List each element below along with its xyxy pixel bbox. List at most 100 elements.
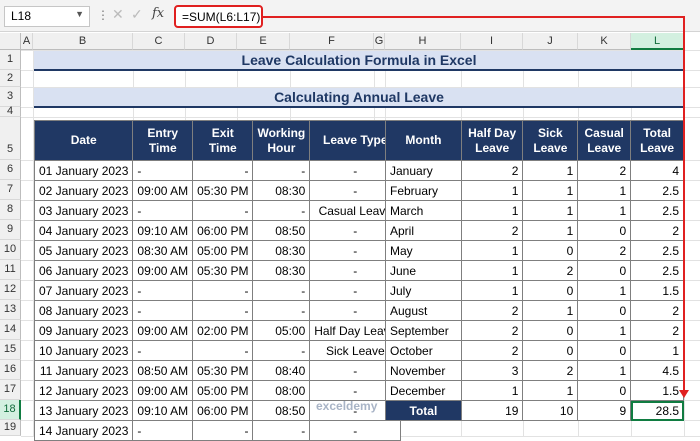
table-cell[interactable]: 08:30	[252, 240, 311, 261]
table-cell[interactable]: -	[132, 300, 194, 321]
row-header-16[interactable]: 16	[0, 360, 21, 380]
chevron-down-icon[interactable]: ▼	[75, 9, 84, 19]
table-cell[interactable]: 10 January 2023	[33, 340, 134, 361]
table-cell[interactable]: 2	[630, 220, 684, 241]
selected-cell-l18[interactable]: 28.5	[630, 400, 684, 421]
table-cell[interactable]: -	[192, 300, 254, 321]
table-cell[interactable]: 1	[460, 380, 524, 401]
table-cell[interactable]: 08:00	[252, 380, 311, 401]
table-cell[interactable]: 05:30 PM	[192, 360, 254, 381]
table-cell[interactable]: 06:00 PM	[192, 220, 254, 241]
table-cell[interactable]: -	[252, 280, 311, 301]
row-header-7[interactable]: 7	[0, 180, 21, 200]
table-cell[interactable]: -	[192, 340, 254, 361]
table-cell[interactable]: 08:50	[252, 400, 311, 421]
table-cell[interactable]: 08 January 2023	[33, 300, 134, 321]
table-cell[interactable]: 2	[460, 300, 524, 321]
column-header-f[interactable]: F	[290, 33, 374, 50]
table-cell[interactable]: 02 January 2023	[33, 180, 134, 201]
table-cell[interactable]: 0	[522, 320, 579, 341]
table-cell[interactable]: 09:00 AM	[132, 380, 194, 401]
table-cell[interactable]: March	[385, 200, 462, 221]
table-cell[interactable]: 06 January 2023	[33, 260, 134, 281]
table-cell[interactable]: -	[132, 280, 194, 301]
formula-input[interactable]: =SUM(L6:L17)	[174, 5, 263, 28]
enter-icon[interactable]: ✓	[131, 6, 143, 23]
column-header-i[interactable]: I	[461, 33, 523, 50]
table-cell[interactable]: 2	[522, 360, 579, 381]
table-cell[interactable]: 05:00	[252, 320, 311, 341]
table-cell[interactable]: 0	[522, 240, 579, 261]
table-cell[interactable]: 1	[460, 200, 524, 221]
row-header-3[interactable]: 3	[0, 87, 21, 107]
table-cell[interactable]: 9	[577, 400, 632, 421]
column-header-c[interactable]: C	[133, 33, 185, 50]
table-cell[interactable]: 03 January 2023	[33, 200, 134, 221]
table-cell[interactable]: -	[252, 200, 311, 221]
table-cell[interactable]: 1	[460, 180, 524, 201]
table-cell[interactable]: 01 January 2023	[33, 160, 134, 181]
table-cell[interactable]: 1	[460, 280, 524, 301]
table-cell[interactable]: 09:10 AM	[132, 220, 194, 241]
row-header-15[interactable]: 15	[0, 340, 21, 360]
table-cell[interactable]: October	[385, 340, 462, 361]
table-cell[interactable]: 0	[577, 260, 632, 281]
column-header-b[interactable]: B	[33, 33, 133, 50]
table-cell[interactable]: -	[252, 300, 311, 321]
table-cell[interactable]: 09:00 AM	[132, 260, 194, 281]
select-all-corner[interactable]	[0, 33, 21, 50]
table-cell[interactable]: -	[132, 200, 194, 221]
table-cell[interactable]: May	[385, 240, 462, 261]
column-header-h[interactable]: H	[385, 33, 461, 50]
table-cell[interactable]: -	[252, 160, 311, 181]
column-header-l[interactable]: L	[631, 33, 684, 50]
table-cell[interactable]: 05:30 PM	[192, 180, 254, 201]
row-header-1[interactable]: 1	[0, 50, 21, 70]
table-cell[interactable]: July	[385, 280, 462, 301]
table-cell[interactable]: 0	[577, 380, 632, 401]
table-cell[interactable]: 11 January 2023	[33, 360, 134, 381]
table-cell[interactable]: 1	[522, 160, 579, 181]
column-header-d[interactable]: D	[185, 33, 237, 50]
column-header-j[interactable]: J	[523, 33, 578, 50]
column-header-k[interactable]: K	[578, 33, 631, 50]
table-cell[interactable]: 14 January 2023	[33, 420, 134, 441]
table-cell[interactable]: 2	[577, 160, 632, 181]
table-cell[interactable]: 1	[577, 320, 632, 341]
table-cell[interactable]: 2	[460, 320, 524, 341]
table-cell[interactable]: 1	[522, 180, 579, 201]
table-cell[interactable]: 08:30	[252, 260, 311, 281]
table-cell[interactable]: -	[252, 340, 311, 361]
table-cell[interactable]: September	[385, 320, 462, 341]
table-cell[interactable]: -	[132, 340, 194, 361]
table-cell[interactable]: 09:00 AM	[132, 320, 194, 341]
table-cell[interactable]: -	[252, 420, 311, 441]
table-cell[interactable]: 2.5	[630, 240, 684, 261]
table-cell[interactable]: 0	[522, 340, 579, 361]
column-header-e[interactable]: E	[237, 33, 290, 50]
table-cell[interactable]: 08:30	[252, 180, 311, 201]
table-cell[interactable]: 05 January 2023	[33, 240, 134, 261]
row-header-9[interactable]: 9	[0, 220, 21, 240]
table-cell[interactable]: 3	[460, 360, 524, 381]
table-cell[interactable]: 09 January 2023	[33, 320, 134, 341]
table-cell[interactable]: 1	[460, 240, 524, 261]
table-cell[interactable]: 4.5	[630, 360, 684, 381]
table-cell[interactable]: 1	[577, 280, 632, 301]
table-cell[interactable]: January	[385, 160, 462, 181]
table-cell[interactable]: 1.5	[630, 380, 684, 401]
row-header-5[interactable]: 5	[0, 117, 21, 160]
row-header-8[interactable]: 8	[0, 200, 21, 220]
table-cell[interactable]: 05:30 PM	[192, 260, 254, 281]
column-header-g[interactable]: G	[374, 33, 385, 50]
row-header-4[interactable]: 4	[0, 106, 21, 117]
table-cell[interactable]: 1	[522, 220, 579, 241]
table-cell[interactable]: 02:00 PM	[192, 320, 254, 341]
table-cell[interactable]: 2.5	[630, 260, 684, 281]
table-cell[interactable]: -	[132, 420, 194, 441]
table-cell[interactable]: 2	[460, 340, 524, 361]
table-cell[interactable]: 0	[577, 220, 632, 241]
table-cell[interactable]: 05:00 PM	[192, 240, 254, 261]
table-cell[interactable]: February	[385, 180, 462, 201]
table-cell[interactable]: 1	[577, 180, 632, 201]
